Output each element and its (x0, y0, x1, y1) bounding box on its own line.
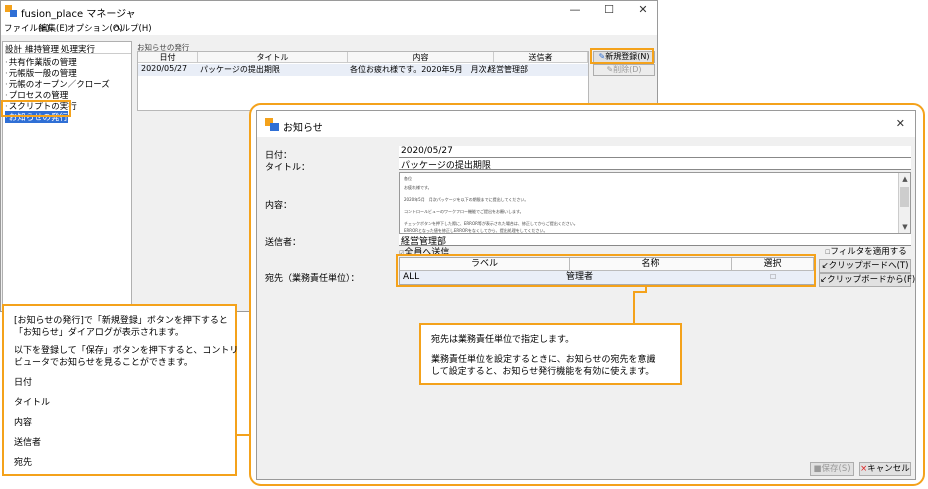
date-field[interactable]: 2020/05/27 (399, 146, 911, 158)
menu-help[interactable]: ヘルプ(H) (113, 22, 152, 34)
row-date: 2020/05/27 (141, 64, 188, 73)
manager-titlebar: fusion_place マネージャ — ☐ ✕ (1, 1, 657, 21)
cancel-button[interactable]: ×キャンセル (859, 462, 911, 476)
callout-text: 宛先は業務責任単位で指定します。 (431, 335, 575, 345)
tab-process[interactable]: 処理実行 (61, 43, 95, 55)
title-label: タイトル： (265, 163, 311, 173)
maximize-button[interactable]: ☐ (592, 1, 626, 21)
connector-line (633, 291, 635, 324)
notice-table: 日付 タイトル 内容 送信者 2020/05/27 パッケージの提出期限 各位お… (137, 51, 589, 111)
highlight-recipient-table (396, 254, 816, 287)
col-content[interactable]: 内容 (348, 52, 494, 63)
filter-checkbox[interactable]: ☐フィルタを適用する (825, 245, 907, 257)
menu-edit[interactable]: 編集(E) (39, 22, 68, 34)
connector-line (236, 434, 249, 436)
dialog-titlebar: お知らせ ✕ (257, 111, 915, 137)
app-icon (265, 118, 279, 131)
app-icon (5, 5, 17, 17)
clipboard-to-button[interactable]: ↙クリップボードへ(T) (819, 259, 911, 273)
manager-title: fusion_place マネージャ (21, 9, 136, 20)
left-callout: [お知らせの発行]で「新規登録」ボタンを押下すると 「お知らせ」ダイアログが表示… (2, 304, 238, 476)
title-field[interactable]: パッケージの提出期限 (399, 158, 911, 171)
tab-maintenance[interactable]: 維持管理 (25, 43, 59, 55)
row-content: 各位お疲れ様です。2020年5月 月次パ... (350, 65, 490, 74)
callout-text: して設定すると、お知らせ発行機能を有効に使えます。 (431, 367, 655, 377)
scroll-up-icon[interactable]: ▲ (899, 173, 910, 185)
highlight-notice-item (1, 100, 71, 117)
minimize-button[interactable]: — (558, 1, 592, 21)
callout-item-content: 内容 (14, 418, 33, 428)
scroll-thumb[interactable] (900, 187, 909, 207)
menu-bar: ファイル(F) 編集(E) オプション(O) ヘルプ(H) (1, 21, 657, 35)
dialog-title: お知らせ (283, 123, 323, 134)
recipient-label: 宛先（業務責任単位）： (265, 274, 360, 284)
connector-line (633, 291, 647, 293)
scroll-down-icon[interactable]: ▼ (899, 221, 910, 233)
callout-text: 「お知らせ」ダイアログが表示されます。 (14, 328, 184, 338)
callout-item-recipient: 宛先 (14, 458, 33, 468)
callout-text: ビュータでお知らせを見ることができます。 (14, 358, 193, 368)
nav-tabs: 設計 維持管理 処理実行 (5, 43, 131, 55)
navigation-pane: 設計 維持管理 処理実行 ·共有作業版の管理 ·元帳版一般の管理 ·元帳のオープ… (2, 41, 132, 311)
right-callout: 宛先は業務責任単位で指定します。 業務責任単位を設定するときに、お知らせの宛先を… (419, 323, 682, 385)
row-title: パッケージの提出期限 (200, 65, 280, 74)
callout-item-title: タイトル (14, 398, 51, 408)
clipboard-from-button[interactable]: ↙クリップボードから(F) (819, 273, 915, 287)
content-textarea[interactable]: 各位 お疲れ様です。 2020年5月 月次パッケージを以下の期限までに提出してく… (399, 172, 911, 234)
sender-label: 送信者： (265, 238, 302, 248)
highlight-new-button (590, 48, 654, 64)
content-label: 内容： (265, 201, 293, 211)
delete-button[interactable]: ✎削除(D) (593, 64, 655, 76)
row-sender: 経営管理部 (488, 65, 528, 74)
close-button[interactable]: ✕ (626, 1, 660, 21)
callout-item-date: 日付 (14, 378, 33, 388)
col-title[interactable]: タイトル (198, 52, 348, 63)
tab-design[interactable]: 設計 (5, 43, 22, 55)
notice-dialog: お知らせ ✕ 日付： 2020/05/27 タイトル： パッケージの提出期限 内… (256, 110, 916, 480)
clipboard-icon: ↙ (821, 261, 829, 271)
content-scrollbar[interactable]: ▲ ▼ (898, 173, 910, 233)
save-icon: ■ (813, 464, 822, 474)
callout-item-sender: 送信者 (14, 438, 42, 448)
col-sender[interactable]: 送信者 (494, 52, 588, 63)
close-icon[interactable]: ✕ (896, 117, 905, 130)
col-date[interactable]: 日付 (138, 52, 198, 63)
save-button[interactable]: ■保存(S) (810, 462, 854, 476)
